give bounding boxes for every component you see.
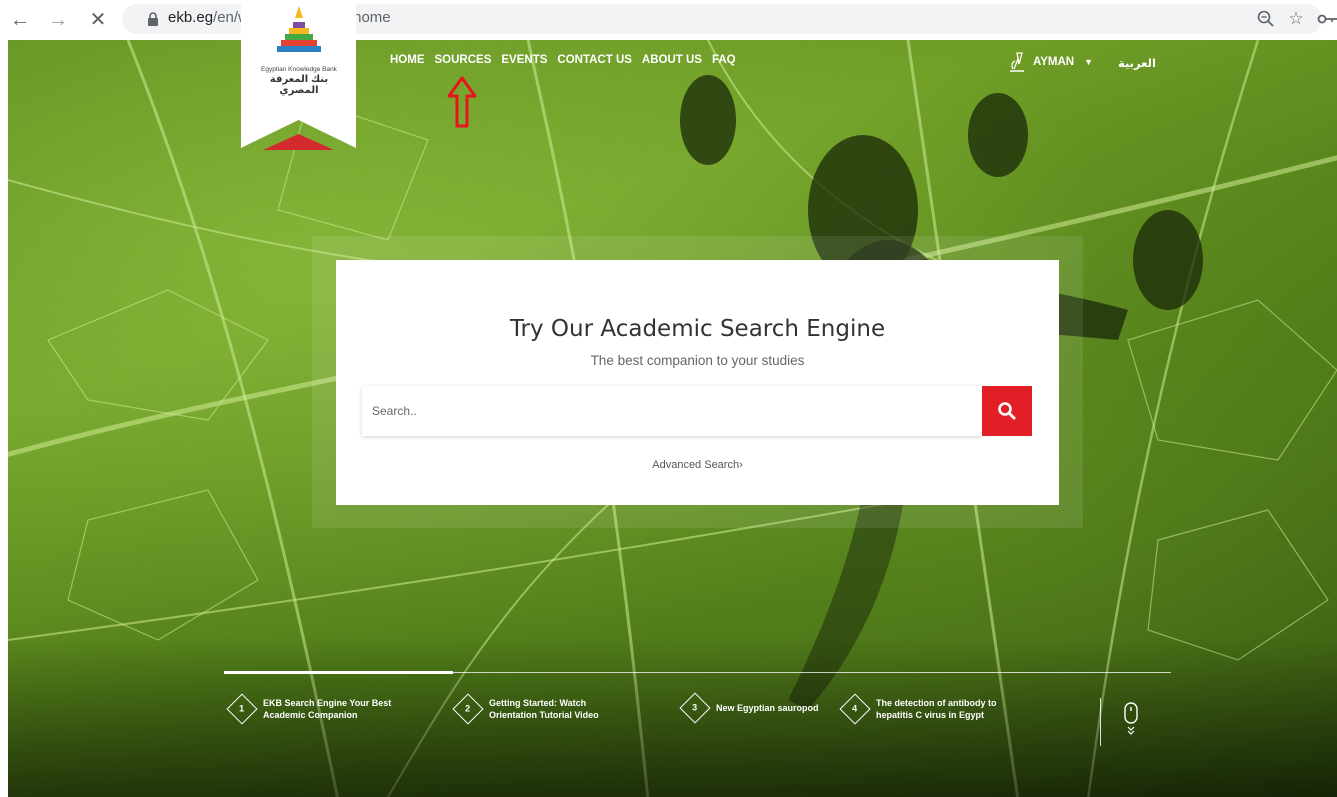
slide-number: 4 bbox=[852, 703, 858, 714]
search-icon bbox=[998, 402, 1016, 420]
logo-name-en: Egyptian Knowledge Bank bbox=[261, 66, 337, 73]
slide-number-badge: 3 bbox=[679, 692, 711, 724]
url-domain: ekb.eg bbox=[168, 9, 214, 26]
forward-arrow-icon[interactable]: → bbox=[46, 8, 70, 32]
nav-item-contact-us[interactable]: CONTACT US bbox=[557, 54, 632, 66]
browser-toolbar: ← → ✕ ekb.eg/en/web/researchers/home ☆ bbox=[0, 0, 1337, 40]
search-subtitle: The best companion to your studies bbox=[590, 353, 805, 368]
search-input[interactable] bbox=[362, 386, 982, 436]
bookmark-star-icon[interactable]: ☆ bbox=[1285, 8, 1307, 30]
user-menu[interactable]: AYMAN ▼ bbox=[1007, 50, 1093, 74]
slide-item[interactable]: 1 EKB Search Engine Your Best Academic C… bbox=[226, 693, 392, 725]
nav-item-home[interactable]: HOME bbox=[390, 54, 425, 66]
slide-item[interactable]: 4 The detection of antibody to hepatitis… bbox=[839, 693, 997, 725]
search-title: Try Our Academic Search Engine bbox=[509, 316, 886, 342]
nav-item-events[interactable]: EVENTS bbox=[501, 54, 547, 66]
search-button[interactable] bbox=[982, 386, 1032, 436]
nav-item-about-us[interactable]: ABOUT US bbox=[642, 54, 702, 66]
slide-title: New Egyptian sauropod bbox=[716, 703, 819, 713]
slider-divider bbox=[1100, 698, 1101, 746]
slide-item[interactable]: 2 Getting Started: Watch Orientation Tut… bbox=[452, 693, 599, 725]
slide-number: 3 bbox=[692, 702, 698, 713]
zoom-icon[interactable] bbox=[1255, 8, 1277, 30]
chevron-down-icon: ▼ bbox=[1084, 57, 1094, 67]
slide-number: 1 bbox=[239, 703, 245, 714]
slider-progress bbox=[224, 671, 453, 674]
search-panel: Try Our Academic Search Engine The best … bbox=[336, 260, 1059, 505]
stop-loading-icon[interactable]: ✕ bbox=[86, 8, 110, 32]
slide-number-badge: 4 bbox=[839, 693, 871, 725]
slide-number-badge: 1 bbox=[226, 693, 258, 725]
advanced-search-link[interactable]: Advanced Search› bbox=[336, 459, 1059, 471]
slide-title: The detection of antibody to hepatitis C… bbox=[876, 698, 997, 720]
logo-name-ar: بنك المعرفة المصري bbox=[269, 74, 329, 96]
nav-item-sources[interactable]: SOURCES bbox=[435, 54, 492, 66]
language-switch[interactable]: العربية bbox=[1118, 56, 1156, 70]
back-arrow-icon[interactable]: ← bbox=[8, 8, 32, 32]
user-name: AYMAN bbox=[1033, 56, 1075, 68]
microscope-icon bbox=[1010, 52, 1024, 72]
slide-number-badge: 2 bbox=[452, 693, 484, 725]
slide-number: 2 bbox=[465, 703, 471, 714]
key-icon[interactable] bbox=[1315, 8, 1337, 30]
nav-item-faq[interactable]: FAQ bbox=[712, 54, 736, 66]
slide-item[interactable]: 3 New Egyptian sauropod bbox=[679, 692, 819, 724]
main-nav: HOME SOURCES EVENTS CONTACT US ABOUT US … bbox=[390, 54, 736, 66]
slide-title: EKB Search Engine Your Best Academic Com… bbox=[263, 698, 392, 720]
lock-icon bbox=[148, 12, 158, 26]
up-arrow-annotation-icon bbox=[447, 76, 477, 128]
scroll-mouse-icon[interactable] bbox=[1123, 702, 1141, 736]
slide-title: Getting Started: Watch Orientation Tutor… bbox=[489, 698, 599, 720]
